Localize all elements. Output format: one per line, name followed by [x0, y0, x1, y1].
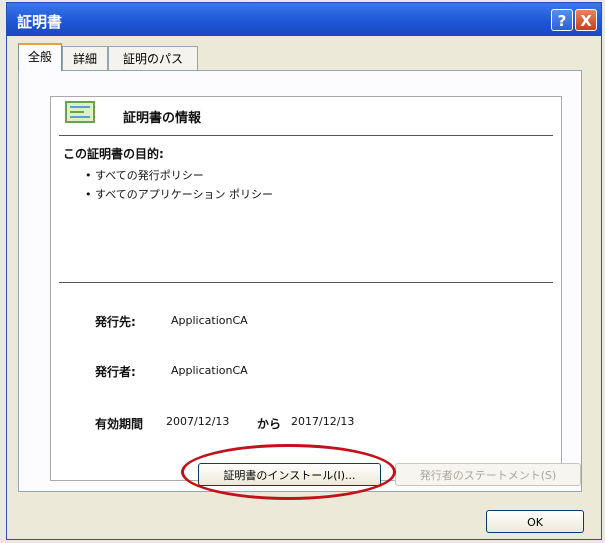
issued-to-label: 発行先: [95, 315, 136, 329]
tab-certification-path[interactable]: 証明のパス [108, 46, 198, 70]
valid-from-date: 2007/12/13 [166, 415, 230, 428]
close-button[interactable]: X [575, 9, 597, 31]
help-button[interactable]: ? [551, 9, 573, 31]
install-certificate-button[interactable]: 証明書のインストール(I)... [198, 463, 381, 486]
certificate-info-box: 証明書の情報 この証明書の目的: • すべての発行ポリシー • すべてのアプリケ… [50, 96, 562, 481]
certificate-icon [65, 101, 95, 123]
tab-general[interactable]: 全般 [18, 43, 62, 71]
fields-divider [59, 282, 553, 283]
issued-to-value: ApplicationCA [171, 314, 248, 327]
valid-to-date: 2017/12/13 [291, 415, 355, 428]
tab-details[interactable]: 詳細 [62, 46, 108, 70]
general-tab-panel: 証明書の情報 この証明書の目的: • すべての発行ポリシー • すべてのアプリケ… [18, 70, 582, 492]
issuer-statement-button[interactable]: 発行者のステートメント(S) [395, 463, 581, 486]
dialog-title: 証明書 [17, 13, 63, 31]
validity-connector: から [257, 417, 282, 431]
purpose-heading: この証明書の目的: [63, 147, 164, 161]
validity-label: 有効期間 [95, 417, 144, 431]
purpose-item: • すべてのアプリケーション ポリシー [85, 188, 274, 201]
title-bar: 証明書 ? X [7, 3, 601, 36]
ok-button[interactable]: OK [486, 510, 584, 533]
purpose-item: • すべての発行ポリシー [85, 169, 204, 182]
issued-by-label: 発行者: [95, 365, 136, 379]
issued-by-value: ApplicationCA [171, 364, 248, 377]
heading-divider [59, 135, 553, 136]
certificate-info-heading: 証明書の情報 [123, 111, 202, 126]
